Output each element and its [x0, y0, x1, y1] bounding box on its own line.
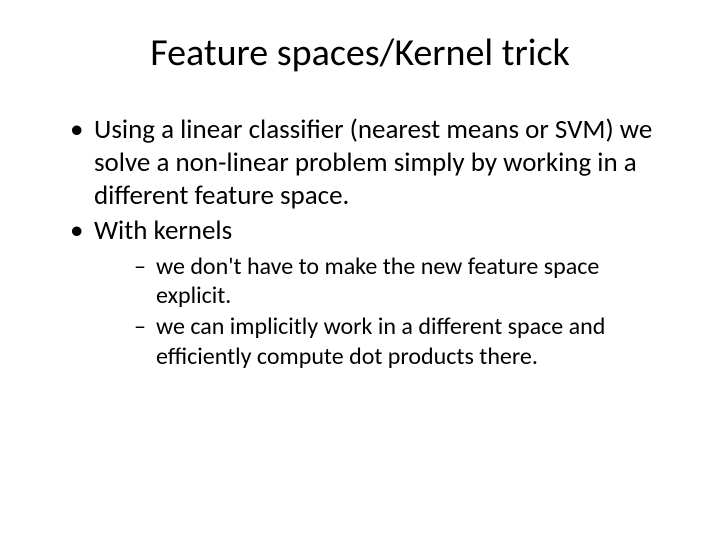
- bullet-text: With kernels: [94, 214, 232, 247]
- bullet-text: Using a linear classifier (nearest means…: [94, 113, 652, 212]
- sub-text: we don't have to make the new feature sp…: [156, 252, 599, 310]
- sub-list: we don't have to make the new feature sp…: [94, 252, 670, 371]
- sub-text: we can implicitly work in a different sp…: [156, 312, 605, 370]
- sub-item: we don't have to make the new feature sp…: [134, 252, 670, 311]
- slide-title: Feature spaces/Kernel trick: [50, 30, 670, 76]
- bullet-item: With kernels we don't have to make the n…: [70, 215, 670, 371]
- bullet-item: Using a linear classifier (nearest means…: [70, 114, 670, 213]
- sub-item: we can implicitly work in a different sp…: [134, 312, 670, 371]
- bullet-list: Using a linear classifier (nearest means…: [50, 114, 670, 371]
